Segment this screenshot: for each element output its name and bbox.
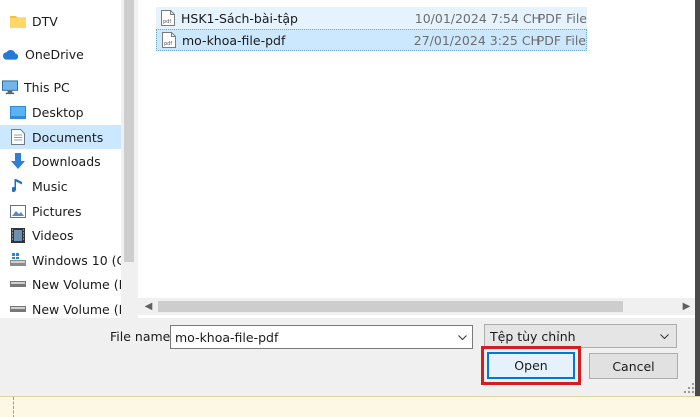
background-page-strip xyxy=(0,396,700,417)
navigation-pane: DTV OneDrive This PC Desktop Documents D… xyxy=(0,0,136,318)
drive-icon xyxy=(10,301,26,317)
folder-icon xyxy=(10,13,26,29)
file-list-hscrollbar[interactable]: ◀ ▶ xyxy=(138,298,695,315)
file-date: 10/01/2024 7:54 CH xyxy=(414,10,541,26)
pdf-file-icon: pdf xyxy=(162,32,176,48)
file-type: PDF File xyxy=(537,10,587,26)
nav-item-this-pc[interactable]: This PC xyxy=(0,75,121,99)
nav-item-label: New Volume (E:) xyxy=(32,276,121,292)
music-note-icon xyxy=(10,178,26,194)
nav-scrollbar[interactable] xyxy=(121,0,136,318)
file-type: PDF File xyxy=(536,32,586,48)
svg-text:pdf: pdf xyxy=(164,41,172,47)
file-name: mo-khoa-file-pdf xyxy=(182,32,286,48)
cancel-button[interactable]: Cancel xyxy=(589,353,678,379)
nav-item-label: DTV xyxy=(32,13,58,29)
nav-item-dtv[interactable]: DTV xyxy=(0,9,121,33)
nav-item-desktop[interactable]: Desktop xyxy=(0,100,121,124)
nav-item-label: Windows 10 (C:) xyxy=(32,252,121,268)
chevron-down-icon[interactable] xyxy=(452,326,472,348)
nav-item-drive-e[interactable]: New Volume (E:) xyxy=(0,272,121,296)
scroll-left-arrow-icon[interactable]: ◀ xyxy=(140,298,157,315)
nav-item-label: Pictures xyxy=(32,203,82,219)
pictures-icon xyxy=(10,203,26,219)
nav-item-label: New Volume (F:) xyxy=(32,301,121,317)
nav-item-label: Desktop xyxy=(32,104,84,120)
nav-item-label: Videos xyxy=(32,227,74,243)
nav-item-documents[interactable]: Documents xyxy=(0,125,121,149)
file-name: HSK1-Sách-bài-tập xyxy=(181,10,298,26)
videos-icon xyxy=(10,227,26,243)
nav-scrollbar-thumb[interactable] xyxy=(124,0,134,262)
dashed-divider xyxy=(13,397,14,417)
nav-item-onedrive[interactable]: OneDrive xyxy=(0,42,121,66)
file-name-combobox[interactable] xyxy=(170,325,473,349)
file-row-hsk1[interactable]: pdf HSK1-Sách-bài-tập 10/01/2024 7:54 CH… xyxy=(156,7,587,29)
nav-item-downloads[interactable]: Downloads xyxy=(0,149,121,173)
nav-item-drive-c[interactable]: Windows 10 (C:) xyxy=(0,248,121,272)
file-open-dialog: DTV OneDrive This PC Desktop Documents D… xyxy=(0,0,700,417)
cloud-icon xyxy=(3,46,19,62)
drive-icon xyxy=(10,276,26,292)
svg-text:pdf: pdf xyxy=(163,19,171,25)
nav-item-videos[interactable]: Videos xyxy=(0,223,121,247)
nav-item-label: This PC xyxy=(24,79,70,95)
scroll-right-arrow-icon[interactable]: ▶ xyxy=(678,298,695,315)
file-type-value: Tệp tùy chỉnh xyxy=(490,328,576,344)
windows-drive-icon xyxy=(10,252,26,268)
hscrollbar-thumb[interactable] xyxy=(158,301,623,312)
pdf-file-icon: pdf xyxy=(161,10,175,26)
file-name-label: File name: xyxy=(110,329,175,344)
chevron-down-icon[interactable] xyxy=(654,326,674,346)
desktop-icon xyxy=(10,104,26,120)
window-edge xyxy=(695,0,700,417)
computer-icon xyxy=(2,79,18,95)
nav-item-label: Downloads xyxy=(32,153,101,169)
nav-item-drive-f[interactable]: New Volume (F:) xyxy=(0,297,121,318)
file-row-mo-khoa[interactable]: pdf mo-khoa-file-pdf 27/01/2024 3:25 CH … xyxy=(156,29,587,51)
nav-item-label: OneDrive xyxy=(25,46,84,62)
resize-grip-icon[interactable] xyxy=(684,382,694,393)
nav-item-music[interactable]: Music xyxy=(0,174,121,198)
file-list: pdf HSK1-Sách-bài-tập 10/01/2024 7:54 CH… xyxy=(138,0,695,318)
file-date: 27/01/2024 3:25 CH xyxy=(413,32,540,48)
nav-item-label: Music xyxy=(32,178,68,194)
file-name-input[interactable] xyxy=(171,327,451,347)
file-type-select[interactable]: Tệp tùy chỉnh xyxy=(484,324,677,348)
nav-item-label: Documents xyxy=(32,129,104,145)
documents-icon xyxy=(10,129,26,145)
download-arrow-icon xyxy=(10,153,26,169)
open-button[interactable]: Open xyxy=(487,352,575,379)
nav-item-pictures[interactable]: Pictures xyxy=(0,199,121,223)
